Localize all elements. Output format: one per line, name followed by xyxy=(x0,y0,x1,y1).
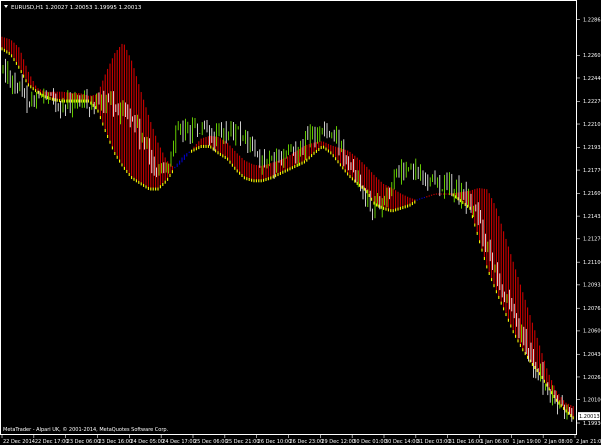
price-tick-label: 1.21100 xyxy=(583,260,601,266)
time-tick-label: 26 Dec 10:00 xyxy=(258,439,292,445)
price-tick-label: 1.22605 xyxy=(583,53,601,59)
time-tick-label: 2 Jan 08:00 xyxy=(544,439,572,445)
time-tick-label: 1 Jan 06:00 xyxy=(481,439,509,445)
price-tick-label: 1.20430 xyxy=(583,352,601,358)
price-tick-label: 1.20265 xyxy=(583,375,601,381)
price-tick-label: 1.21935 xyxy=(583,145,601,151)
chart-header: EURUSD,H1 1.20027 1.20053 1.19995 1.2001… xyxy=(11,5,142,11)
time-tick-label: 22 Dec 17:00 xyxy=(35,439,69,445)
current-price-label: 1.20013 xyxy=(579,414,600,420)
time-tick-label: 1 Jan 19:00 xyxy=(512,439,540,445)
price-tick-label: 1.21770 xyxy=(583,168,601,174)
chart-background xyxy=(0,0,601,445)
time-tick-label: 31 Dec 03:00 xyxy=(417,439,451,445)
price-chart[interactable]: EURUSD,H1 1.20027 1.20053 1.19995 1.2001… xyxy=(0,0,601,445)
time-tick-label: 30 Dec 14:00 xyxy=(385,439,419,445)
price-tick-label: 1.21600 xyxy=(583,191,601,197)
price-tick-label: 1.20600 xyxy=(583,329,601,335)
time-tick-label: 24 Dec 17:00 xyxy=(162,439,196,445)
copyright-footer: MetaTrader - Alpari UK, © 2001-2014, Met… xyxy=(3,426,169,433)
price-tick-label: 1.20100 xyxy=(583,397,601,403)
current-price-marker: 1.20013 xyxy=(578,412,600,421)
time-tick-label: 23 Dec 06:00 xyxy=(67,439,101,445)
price-tick-label: 1.22105 xyxy=(583,122,601,128)
time-tick-label: 2 Jan 21:00 xyxy=(576,439,601,445)
time-tick-label: 26 Dec 23:00 xyxy=(290,439,324,445)
time-tick-label: 30 Dec 01:00 xyxy=(353,439,387,445)
price-tick-label: 1.19930 xyxy=(583,421,601,427)
time-tick-label: 25 Dec 21:00 xyxy=(226,439,260,445)
price-tick-label: 1.20765 xyxy=(583,306,601,312)
time-tick-label: 29 Dec 12:00 xyxy=(321,439,355,445)
price-tick-label: 1.22270 xyxy=(583,99,601,105)
time-tick-label: 25 Dec 06:00 xyxy=(194,439,228,445)
time-tick-label: 22 Dec 2014 xyxy=(3,439,35,445)
price-tick-label: 1.22865 xyxy=(583,17,601,23)
price-tick-label: 1.21270 xyxy=(583,237,601,243)
price-tick-label: 1.21435 xyxy=(583,214,601,220)
price-tick-label: 1.20935 xyxy=(583,283,601,289)
time-tick-label: 31 Dec 16:00 xyxy=(449,439,483,445)
time-tick-label: 24 Dec 05:00 xyxy=(130,439,164,445)
price-tick-label: 1.22440 xyxy=(583,76,601,82)
time-tick-label: 23 Dec 16:00 xyxy=(99,439,133,445)
